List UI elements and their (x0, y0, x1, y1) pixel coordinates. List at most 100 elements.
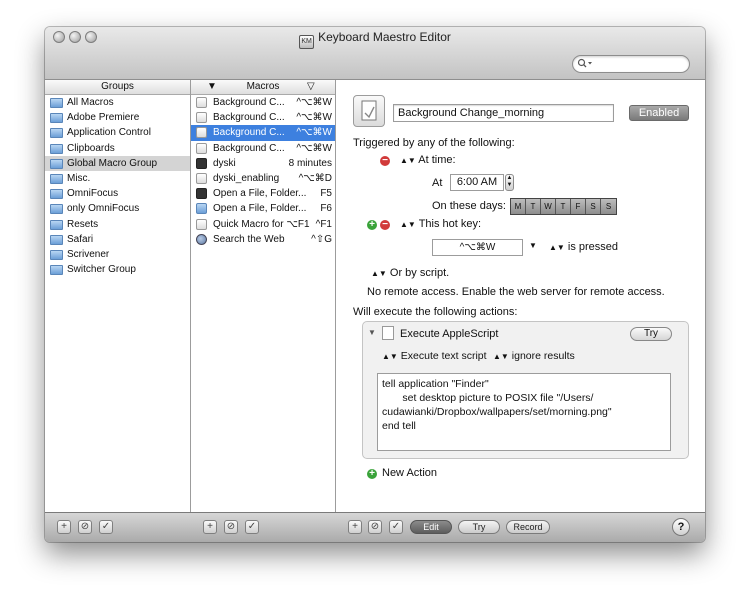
group-item[interactable]: Scrivener (45, 247, 190, 262)
hotkey-popup[interactable]: ▲▼ This hot key: (400, 218, 481, 230)
macros-header-label: Macros (246, 81, 280, 92)
terminal-icon (196, 157, 207, 169)
enabled-button[interactable]: Enabled (629, 105, 689, 121)
weekday-toggle[interactable]: F (571, 199, 586, 214)
search-input[interactable] (572, 55, 690, 73)
macro-name: Background C... (213, 142, 285, 154)
updown-icon: ▲▼ (549, 243, 565, 252)
macro-icon-well[interactable] (353, 95, 385, 127)
help-button[interactable]: ? (672, 518, 690, 536)
groups-pane: Groups All Macros Adobe Premiere Applicati… (45, 80, 191, 512)
macro-item[interactable]: Search the Web ^⇧G (191, 232, 335, 247)
weekday-toggle[interactable]: S (601, 199, 616, 214)
group-item[interactable]: OmniFocus (45, 186, 190, 201)
edit-button[interactable]: Edit (410, 520, 452, 534)
folder-icon (50, 128, 63, 139)
macro-item[interactable]: Background C... ^⌥⌘W (191, 110, 335, 125)
macros-header[interactable]: ▼ Macros ▽ (191, 80, 335, 95)
updown-icon: ▲▼ (400, 156, 416, 165)
disable-toolbar-button[interactable]: ⊘ (368, 520, 382, 534)
weekday-toggle[interactable]: T (556, 199, 571, 214)
disable-macro-button[interactable]: ⊘ (224, 520, 238, 534)
folder-icon (50, 219, 63, 230)
group-item[interactable]: Resets (45, 217, 190, 232)
macro-trigger: ^⌥⌘W (296, 112, 332, 124)
disclosure-triangle-icon[interactable]: ▼ (368, 328, 376, 337)
group-item[interactable]: Misc. (45, 171, 190, 186)
script-icon (196, 112, 207, 124)
weekday-toggle[interactable]: T (526, 199, 541, 214)
group-item[interactable]: Application Control (45, 125, 190, 140)
enable-group-button[interactable]: ✓ (99, 520, 113, 534)
hotkey-field[interactable]: ^⌥⌘W (432, 239, 523, 256)
at-label: At (432, 177, 443, 189)
macro-name: Search the Web (213, 233, 285, 245)
weekday-toggle[interactable]: S (586, 199, 601, 214)
folder-icon (50, 265, 63, 276)
hotkey-state-popup[interactable]: ▲▼ is pressed (549, 241, 618, 253)
group-item[interactable]: Adobe Premiere (45, 110, 190, 125)
group-label: Safari (67, 233, 94, 245)
macro-name: Open a File, Folder... (213, 203, 307, 215)
remove-hotkey-trigger-button[interactable]: − (380, 220, 390, 230)
weekday-toggle[interactable]: M (511, 199, 526, 214)
add-macro-button[interactable]: + (203, 520, 217, 534)
filter-icon[interactable]: ▽ (307, 80, 315, 94)
folder-icon (50, 143, 63, 154)
remove-trigger-button[interactable]: − (380, 156, 390, 166)
folder-icon (50, 158, 63, 169)
macro-trigger: ^⌥⌘W (296, 142, 332, 154)
time-field[interactable]: 6:00 AM (450, 174, 504, 191)
new-action-link[interactable]: New Action (382, 467, 437, 479)
updown-icon: ▲▼ (382, 352, 398, 361)
new-action-icon[interactable]: + (367, 469, 377, 479)
macro-item[interactable]: Background C... ^⌥⌘W (191, 141, 335, 156)
macro-name: Background C... (213, 127, 285, 139)
enable-toolbar-button[interactable]: ✓ (389, 520, 403, 534)
add-trigger-button[interactable]: + (367, 220, 377, 230)
group-item[interactable]: Switcher Group (45, 262, 190, 277)
weekday-toggle[interactable]: W (541, 199, 556, 214)
add-group-button[interactable]: + (57, 520, 71, 534)
folder-icon (196, 203, 207, 215)
group-item[interactable]: Global Macro Group (45, 155, 190, 171)
group-item[interactable]: Safari (45, 232, 190, 247)
action-execute-applescript[interactable]: ▼ Execute AppleScript Try ▲▼ Execute tex… (362, 321, 689, 459)
group-item[interactable]: Clipboards (45, 141, 190, 156)
macro-item[interactable]: Background C... ^⌥⌘W (191, 125, 335, 141)
sort-arrow-icon[interactable]: ▼ (207, 80, 217, 94)
execute-mode-popup[interactable]: ▲▼ Execute text script (382, 350, 487, 362)
time-stepper[interactable]: ▲ ▼ (505, 174, 514, 191)
record-button[interactable]: Record (506, 520, 550, 534)
script-text-area[interactable]: tell application "Finder" set desktop pi… (377, 373, 671, 451)
group-label: OmniFocus (67, 188, 119, 200)
add-trigger-toolbar-button[interactable]: + (348, 520, 362, 534)
group-item[interactable]: All Macros (45, 95, 190, 110)
disable-group-button[interactable]: ⊘ (78, 520, 92, 534)
macro-item[interactable]: dyski 8 minutes (191, 156, 335, 171)
group-label: All Macros (67, 97, 114, 108)
macro-trigger: ^⌥⌘W (296, 97, 332, 108)
macro-item[interactable]: dyski_enabling ^⌥⌘D (191, 171, 335, 186)
macro-name: dyski (213, 157, 236, 169)
macro-item[interactable]: Open a File, Folder... F5 (191, 186, 335, 201)
hotkey-menu-arrow-icon[interactable]: ▼ (529, 241, 537, 250)
group-item[interactable]: only OmniFocus (45, 201, 190, 216)
macros-list: Background C... ^⌥⌘W Background C... ^⌥⌘W Ba… (191, 95, 335, 247)
macros-pane: ▼ Macros ▽ Background C... ^⌥⌘W Background… (191, 80, 336, 512)
macro-item[interactable]: Quick Macro for ⌥F1 ^F1 (191, 217, 335, 232)
at-time-popup[interactable]: ▲▼ At time: (400, 154, 456, 166)
macro-name-field[interactable]: Background Change_morning (393, 104, 614, 122)
or-by-script-popup[interactable]: ▲▼ Or by script. (371, 267, 449, 279)
folder-icon (50, 113, 63, 124)
enable-macro-button[interactable]: ✓ (245, 520, 259, 534)
groups-header[interactable]: Groups (45, 80, 190, 95)
action-try-button[interactable]: Try (630, 327, 672, 341)
app-icon: KM (299, 35, 315, 49)
results-popup[interactable]: ▲▼ ignore results (493, 350, 575, 362)
try-button[interactable]: Try (458, 520, 500, 534)
macro-item[interactable]: Background C... ^⌥⌘W (191, 95, 335, 110)
remote-access-note: No remote access. Enable the web server … (367, 286, 665, 298)
macro-item[interactable]: Open a File, Folder... F6 (191, 201, 335, 216)
macro-name: dyski_enabling (213, 172, 280, 184)
